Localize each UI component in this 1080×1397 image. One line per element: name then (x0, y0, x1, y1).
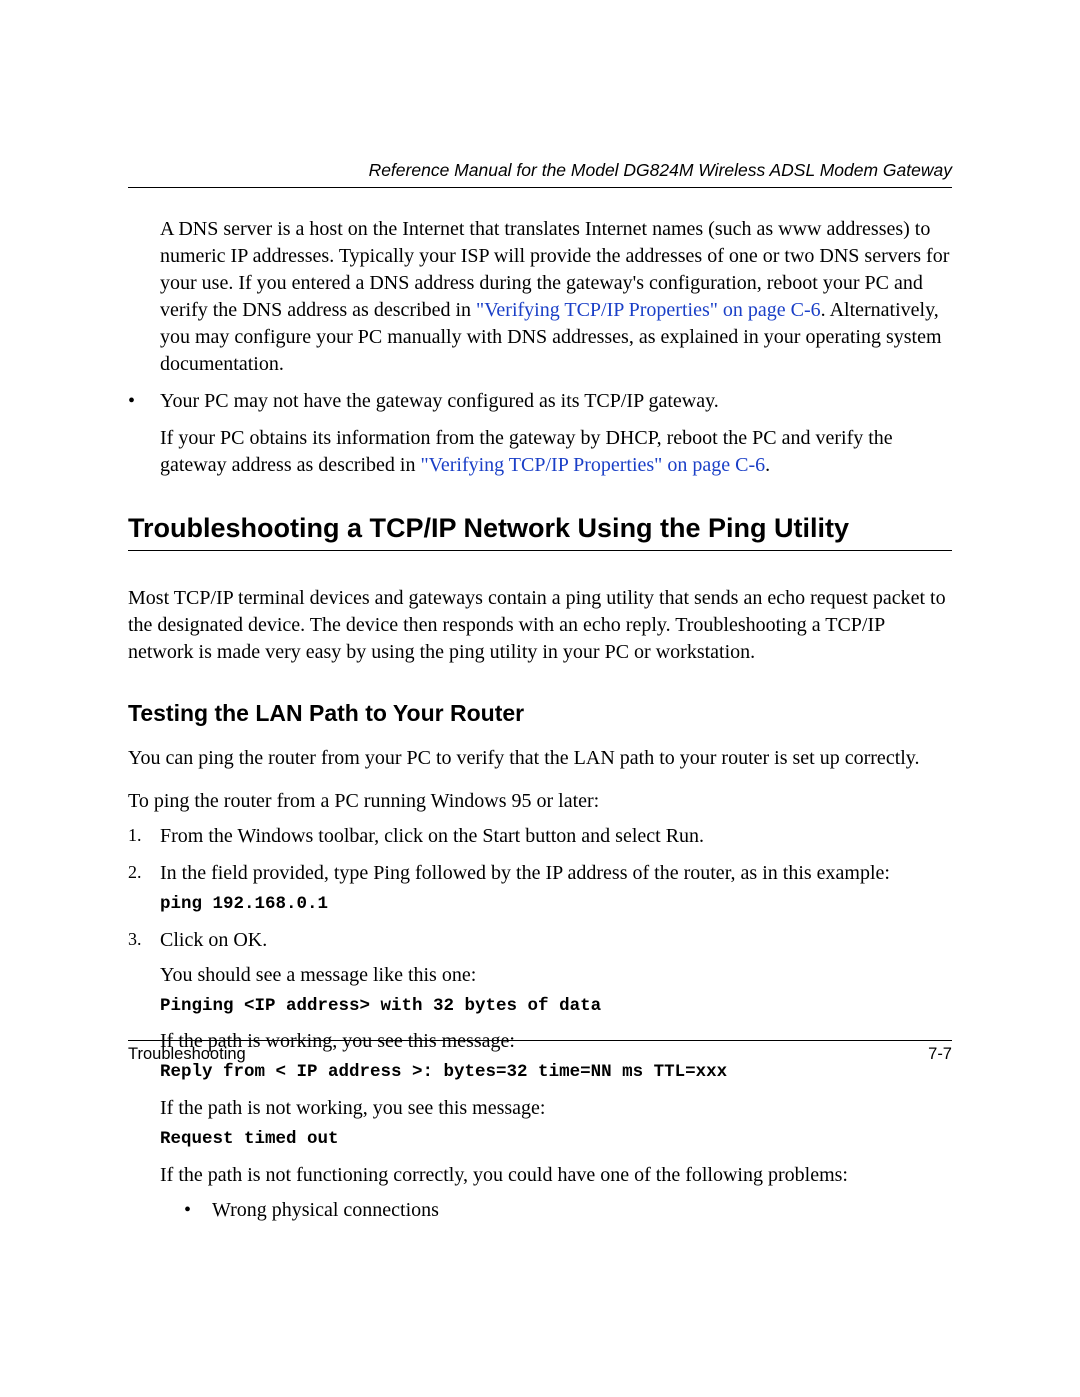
step-3-a: You should see a message like this one: (160, 962, 952, 989)
document-page: Reference Manual for the Model DG824M Wi… (0, 0, 1080, 1397)
code-pinging: Pinging <IP address> with 32 bytes of da… (160, 995, 952, 1019)
step-2-text: In the field provided, type Ping followe… (160, 862, 890, 884)
step-3-d: If the path is not functioning correctly… (160, 1162, 952, 1189)
footer-page-number: 7-7 (928, 1045, 952, 1064)
follow-text-b: . (765, 454, 770, 476)
step-1: From the Windows toolbar, click on the S… (128, 823, 952, 850)
heading-troubleshooting-ping: Troubleshooting a TCP/IP Network Using t… (128, 513, 952, 551)
lan-desc: You can ping the router from your PC to … (128, 745, 952, 772)
bullet-dot-icon: • (128, 388, 160, 415)
lan-preface: To ping the router from a PC running Win… (128, 788, 952, 815)
running-header: Reference Manual for the Model DG824M Wi… (128, 160, 952, 188)
code-ping-example: ping 192.168.0.1 (160, 893, 952, 917)
heading-testing-lan: Testing the LAN Path to Your Router (128, 700, 952, 727)
link-verifying-tcpip-1[interactable]: "Verifying TCP/IP Properties" on page C-… (476, 299, 821, 321)
bullet-pc-gateway-follow: If your PC obtains its information from … (160, 425, 952, 479)
ping-intro: Most TCP/IP terminal devices and gateway… (128, 585, 952, 666)
bullet-pc-gateway-text: Your PC may not have the gateway configu… (160, 388, 952, 415)
inner-bullet-wrong-conn: • Wrong physical connections (184, 1197, 952, 1224)
footer-section: Troubleshooting (128, 1045, 246, 1064)
step-3: Click on OK. You should see a message li… (128, 927, 952, 1224)
step-1-text: From the Windows toolbar, click on the S… (160, 825, 704, 847)
code-timeout: Request timed out (160, 1128, 952, 1152)
link-verifying-tcpip-2[interactable]: "Verifying TCP/IP Properties" on page C-… (420, 454, 765, 476)
step-3-c: If the path is not working, you see this… (160, 1095, 952, 1122)
code-reply: Reply from < IP address >: bytes=32 time… (160, 1061, 952, 1085)
page-footer: Troubleshooting 7-7 (128, 1040, 952, 1064)
step-3-text: Click on OK. (160, 929, 267, 951)
steps-list: From the Windows toolbar, click on the S… (128, 823, 952, 1224)
bullet-dot-icon: • (184, 1197, 212, 1224)
step-2: In the field provided, type Ping followe… (128, 860, 952, 917)
bullet-pc-gateway: • Your PC may not have the gateway confi… (128, 388, 952, 415)
inner-bullet-text: Wrong physical connections (212, 1197, 952, 1224)
dns-paragraph: A DNS server is a host on the Internet t… (160, 216, 952, 378)
